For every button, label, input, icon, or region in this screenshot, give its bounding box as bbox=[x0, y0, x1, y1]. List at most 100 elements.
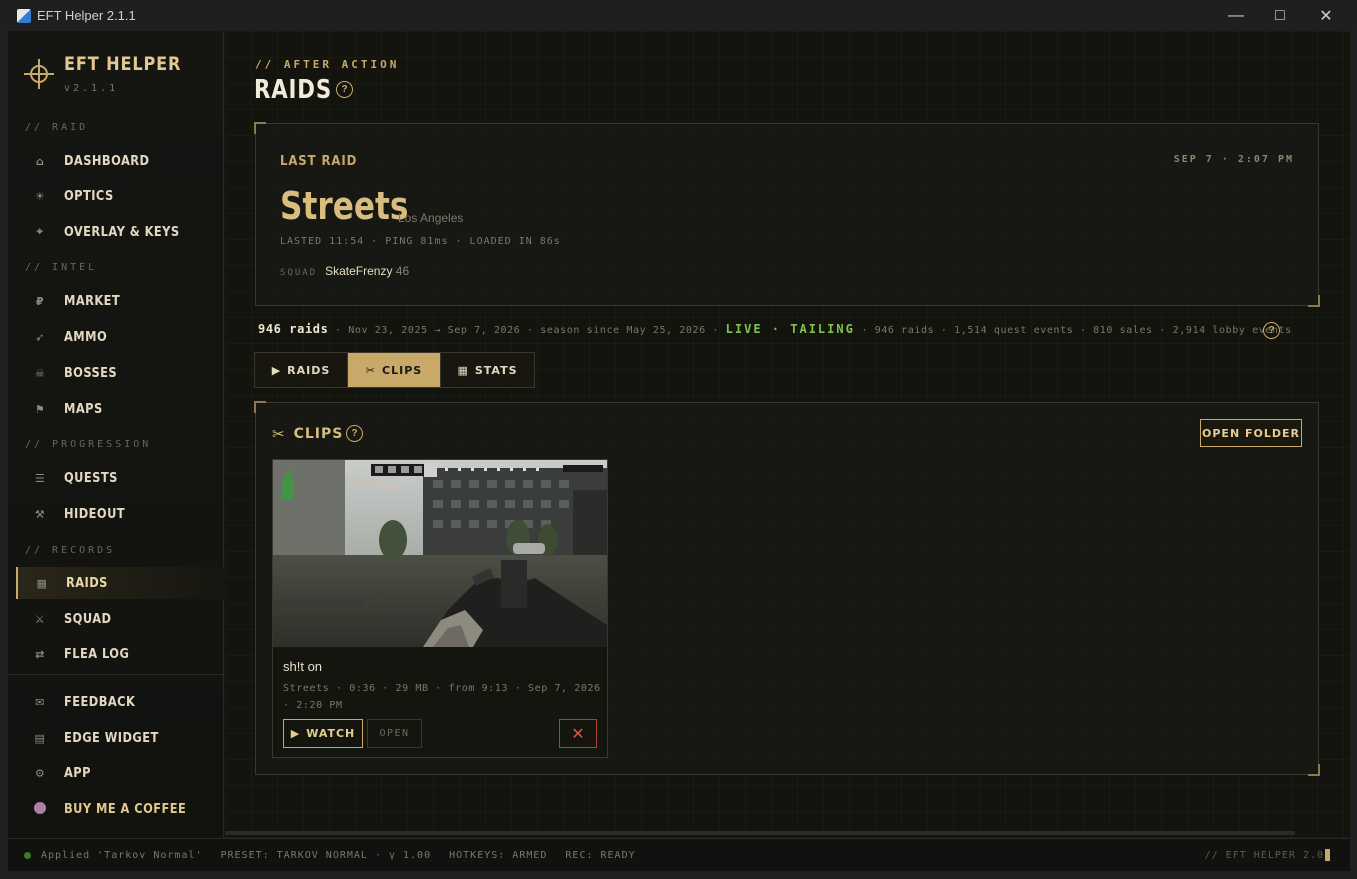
coffee-icon bbox=[16, 801, 64, 817]
scissors-icon: ✂ bbox=[365, 363, 377, 377]
delete-button[interactable]: ✕ bbox=[559, 719, 597, 748]
brand: EFT HELPER v2.1.1 bbox=[24, 53, 202, 94]
maximize-button[interactable]: □ bbox=[1257, 0, 1303, 31]
sidebar-item-label: RAIDS bbox=[66, 575, 108, 591]
close-icon: ✕ bbox=[571, 725, 585, 743]
last-raid-label: LAST RAID bbox=[280, 154, 358, 169]
sidebar-item-label: QUESTS bbox=[64, 470, 118, 486]
status-preset: PRESET: TARKOV NORMAL · γ 1.00 bbox=[220, 849, 432, 861]
squad-key: SQUAD bbox=[280, 268, 318, 278]
minimize-button[interactable]: — bbox=[1213, 0, 1259, 31]
sidebar-item-label: MAPS bbox=[64, 401, 103, 417]
clip-meta: Streets · 0:36 · 29 MB · from 9:13 · Sep… bbox=[283, 683, 601, 711]
squad-name: SkateFrenzy bbox=[325, 264, 393, 278]
play-icon: ▶ bbox=[290, 727, 301, 740]
open-folder-button[interactable]: OPEN FOLDER bbox=[1200, 419, 1302, 447]
main-content: // AFTER ACTION RAIDS ? LAST RAID SEP 7 … bbox=[225, 31, 1350, 838]
sidebar-item-dashboard[interactable]: ⌂ DASHBOARD bbox=[16, 145, 224, 177]
status-rec: REC: READY bbox=[565, 849, 636, 861]
sidebar-item-label: HIDEOUT bbox=[64, 506, 126, 522]
sidebar-item-buy-me-a-coffee[interactable]: BUY ME A COFFEE bbox=[16, 793, 224, 825]
sidebar-item-hideout[interactable]: ⚒ HIDEOUT bbox=[16, 498, 224, 530]
sidebar-item-overlay-keys[interactable]: ⌖ OVERLAY & KEYS bbox=[16, 216, 224, 248]
sidebar-item-label: MARKET bbox=[64, 293, 121, 309]
page-title: RAIDS bbox=[254, 75, 333, 105]
sidebar-item-bosses[interactable]: ☠ BOSSES bbox=[16, 357, 224, 389]
sidebar-item-optics[interactable]: ☀ OPTICS bbox=[16, 180, 224, 212]
clip-card: sh!t on Streets · 0:36 · 29 MB · from 9:… bbox=[272, 459, 608, 758]
help-icon[interactable]: ? bbox=[1263, 322, 1280, 339]
sidebar: EFT HELPER v2.1.1 // RAID ⌂ DASHBOARD ☀ OP… bbox=[8, 31, 224, 838]
app-frame: EFT HELPER v2.1.1 // RAID ⌂ DASHBOARD ☀ OP… bbox=[8, 31, 1350, 871]
crosshair-logo-icon bbox=[24, 59, 54, 89]
horizontal-scrollbar[interactable] bbox=[225, 831, 1295, 835]
sidebar-item-raids[interactable]: ▦ RAIDS bbox=[16, 567, 224, 599]
clip-title: sh!t on bbox=[283, 659, 323, 674]
stats-range: · Nov 23, 2025 → Sep 7, 2026 · season si… bbox=[335, 325, 720, 336]
crosshair-icon: ⌖ bbox=[36, 225, 44, 238]
sun-icon: ☀ bbox=[34, 189, 46, 203]
sidebar-item-edge-widget[interactable]: ▤ EDGE WIDGET bbox=[16, 722, 224, 754]
last-raid-city: Los Angeles bbox=[398, 211, 464, 225]
tab-stats[interactable]: ▦ STATS bbox=[441, 353, 534, 387]
sidebar-item-ammo[interactable]: ➶ AMMO bbox=[16, 321, 224, 353]
sidebar-item-feedback[interactable]: ✉ FEEDBACK bbox=[16, 686, 224, 718]
list-icon: ☰ bbox=[34, 471, 46, 485]
widget-icon: ▤ bbox=[34, 731, 46, 745]
last-raid-map: Streets bbox=[280, 184, 409, 228]
sidebar-item-market[interactable]: ₽ MARKET bbox=[16, 285, 224, 317]
mail-icon: ✉ bbox=[35, 695, 45, 709]
close-button[interactable]: ✕ bbox=[1303, 0, 1349, 31]
raids-count: 946 raids bbox=[258, 322, 329, 336]
brand-version: v2.1.1 bbox=[64, 83, 119, 94]
sidebar-item-quests[interactable]: ☰ QUESTS bbox=[16, 462, 224, 494]
last-raid-meta: LASTED 11:54 · PING 81ms · LOADED IN 86s bbox=[280, 236, 561, 247]
status-version: // EFT HELPER 2.0 bbox=[1205, 849, 1330, 861]
last-raid-date: SEP 7 · 2:07 PM bbox=[1173, 154, 1294, 165]
window-title: EFT Helper 2.1.1 bbox=[37, 8, 136, 23]
section-intel: // INTEL bbox=[25, 262, 98, 273]
breadcrumb: // AFTER ACTION bbox=[255, 58, 400, 71]
app-icon bbox=[17, 8, 31, 23]
sidebar-item-squad[interactable]: ⚔ SQUAD bbox=[16, 603, 224, 635]
sidebar-item-label: FLEA LOG bbox=[64, 646, 130, 662]
play-icon: ▶ bbox=[271, 363, 282, 377]
sidebar-item-label: EDGE WIDGET bbox=[64, 730, 159, 746]
ruble-icon: ₽ bbox=[35, 294, 45, 308]
home-icon: ⌂ bbox=[35, 154, 45, 168]
grid-icon: ▦ bbox=[457, 363, 469, 377]
clips-panel: ✂ CLIPS ? OPEN FOLDER sh!t on Streets · … bbox=[254, 401, 1320, 776]
sidebar-item-label: FEEDBACK bbox=[64, 694, 136, 710]
sidebar-item-label: APP bbox=[64, 765, 91, 781]
scissors-icon: ✂ bbox=[272, 425, 286, 443]
sidebar-item-maps[interactable]: ⚑ MAPS bbox=[16, 393, 224, 425]
stats-line: 946 raids · Nov 23, 2025 → Sep 7, 2026 ·… bbox=[258, 322, 1292, 336]
help-icon[interactable]: ? bbox=[346, 425, 363, 442]
sidebar-item-label: DASHBOARD bbox=[64, 153, 150, 169]
sidebar-item-label: SQUAD bbox=[64, 611, 112, 627]
squad-level: 46 bbox=[395, 264, 410, 278]
brand-name: EFT HELPER bbox=[64, 53, 182, 75]
sidebar-item-flea-log[interactable]: ⇄ FLEA LOG bbox=[16, 638, 224, 670]
status-bar: Applied 'Tarkov Normal' PRESET: TARKOV N… bbox=[8, 838, 1350, 871]
title-bar: EFT Helper 2.1.1 — □ ✕ bbox=[0, 0, 1357, 31]
sidebar-item-label: BUY ME A COFFEE bbox=[64, 801, 187, 817]
status-hotkeys: HOTKEYS: ARMED bbox=[449, 849, 548, 861]
sidebar-item-label: AMMO bbox=[64, 329, 108, 345]
tab-clips[interactable]: ✂ CLIPS bbox=[348, 353, 441, 387]
live-status: LIVE · TAILING bbox=[725, 322, 855, 336]
help-icon[interactable]: ? bbox=[336, 81, 353, 98]
tab-raids[interactable]: ▶ RAIDS bbox=[255, 353, 348, 387]
sidebar-divider bbox=[8, 674, 224, 675]
sidebar-item-label: BOSSES bbox=[64, 365, 118, 381]
open-button[interactable]: OPEN bbox=[367, 719, 422, 748]
status-indicator bbox=[24, 851, 31, 859]
bullet-icon: ➶ bbox=[35, 330, 45, 344]
clip-thumbnail[interactable] bbox=[273, 460, 607, 647]
grid-icon: ▦ bbox=[36, 576, 48, 590]
watch-button[interactable]: ▶ WATCH bbox=[283, 719, 363, 748]
tools-icon: ⚒ bbox=[34, 507, 46, 521]
stats-details: · 946 raids · 1,514 quest events · 810 s… bbox=[861, 325, 1292, 336]
section-records: // RECORDS bbox=[25, 545, 116, 556]
sidebar-item-app[interactable]: ⚙ APP bbox=[16, 757, 224, 789]
